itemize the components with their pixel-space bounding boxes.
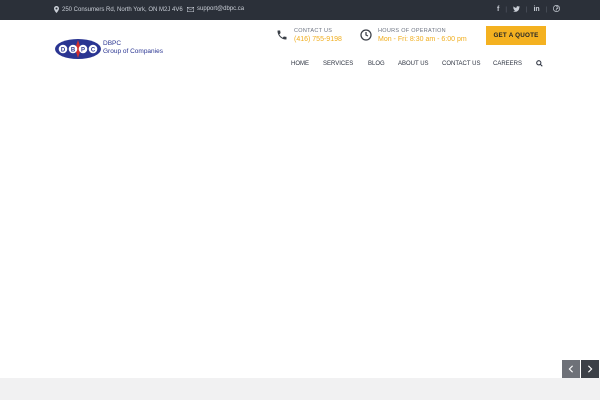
chevron-left-icon (568, 365, 573, 373)
logo-letter: P (81, 48, 85, 54)
twitter-icon[interactable] (512, 5, 520, 14)
divider: | (505, 6, 507, 13)
phone-icon (277, 30, 287, 40)
pinterest-icon[interactable] (553, 5, 561, 14)
address: 250 Consumers Rd, North York, ON M2J 4V6 (54, 6, 183, 13)
map-pin-icon (54, 6, 59, 13)
dbpc-logo-icon: D B P C (55, 39, 101, 59)
nav-item-blog[interactable]: BLOG (368, 61, 385, 67)
logo-letter: D (61, 48, 66, 54)
get-a-quote-button[interactable]: GET A QUOTE (486, 26, 546, 45)
social-links: f | | in | (497, 5, 561, 14)
main-nav: HOME SERVICES BLOG ABOUT US CONTACT US C… (0, 60, 600, 69)
nav-item-contact-us[interactable]: CONTACT US (442, 61, 480, 67)
nav-item-services[interactable]: SERVICES (323, 61, 353, 67)
brand-line-2: Group of Companies (103, 48, 163, 55)
contact-label: CONTACT US (294, 28, 333, 34)
divider: | (525, 6, 528, 13)
nav-item-careers[interactable]: CAREERS (493, 61, 522, 67)
slider-next-button[interactable] (581, 360, 599, 378)
divider: | (545, 6, 548, 13)
hours-value: Mon - Fri: 8:30 am - 6:00 pm (378, 36, 467, 43)
hours-info: HOURS OF OPERATION Mon - Fri: 8:30 am - … (360, 28, 467, 45)
brand-name[interactable]: DBPC Group of Companies (103, 40, 163, 56)
slider-prev-button[interactable] (562, 360, 580, 378)
envelope-icon (187, 6, 194, 12)
brand-line-1: DBPC (103, 40, 122, 47)
search-icon[interactable] (536, 60, 543, 69)
chevron-right-icon (588, 365, 593, 373)
nav-item-about-us[interactable]: ABOUT US (398, 61, 429, 67)
contact-phone[interactable]: (416) 755-9198 (294, 35, 342, 45)
logo-letter: B (71, 48, 76, 54)
address-text: 250 Consumers Rd, North York, ON M2J 4V6 (62, 6, 183, 13)
contact-info: CONTACT US (416) 755-9198 (276, 28, 342, 45)
clock-icon (360, 29, 372, 41)
hours-label: HOURS OF OPERATION (378, 28, 446, 34)
email-text[interactable]: support@dbpc.ca (197, 6, 244, 12)
nav-item-home[interactable]: HOME (291, 61, 309, 67)
linkedin-icon[interactable]: in (533, 6, 539, 13)
email[interactable]: support@dbpc.ca (187, 6, 244, 12)
section-band (0, 378, 600, 400)
top-bar: 250 Consumers Rd, North York, ON M2J 4V6… (0, 0, 600, 20)
logo-letter: C (91, 48, 96, 54)
facebook-icon[interactable]: f (497, 6, 499, 13)
hero-slider (0, 82, 600, 378)
